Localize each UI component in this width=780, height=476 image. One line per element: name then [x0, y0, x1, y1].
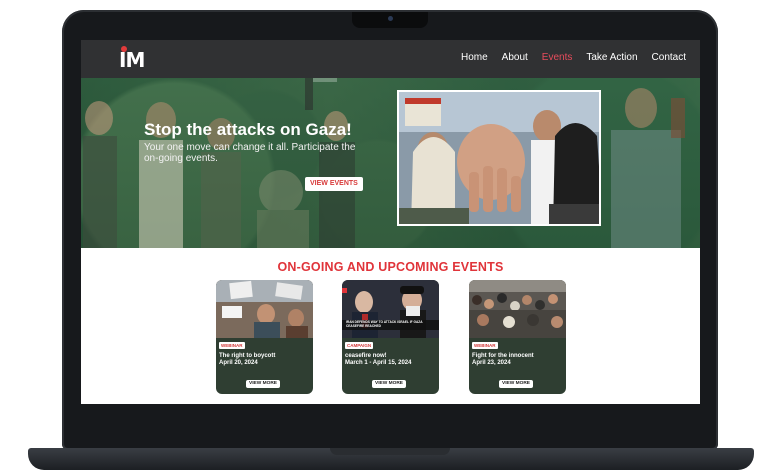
hero-title: Stop the attacks on Gaza!	[144, 120, 352, 139]
event-title: ceasefire now!	[345, 353, 387, 359]
event-card-innocent[interactable]: WEBINAR Fight for the innocent April 23,…	[469, 280, 566, 394]
protest-photo-illustration	[399, 92, 599, 224]
event-card-ceasefire[interactable]: IRAN DEFENDS WAY TO ATTACK ISRAEL IF GAZ…	[342, 280, 439, 394]
camera-icon	[388, 16, 393, 21]
nav-link-take-action[interactable]: Take Action	[586, 52, 637, 63]
nav-link-home[interactable]: Home	[461, 52, 488, 63]
crowd-photo	[469, 280, 566, 338]
view-more-button[interactable]: VIEW MORE	[372, 380, 406, 388]
events-section-heading: ON-GOING AND UPCOMING EVENTS	[277, 260, 504, 274]
view-more-button[interactable]: VIEW MORE	[246, 380, 280, 388]
news-broadcast-photo	[342, 280, 439, 338]
hero-protest-photo	[397, 90, 601, 226]
top-navbar: IM Home About Events Take Action Contact	[81, 40, 700, 78]
news-caption: IRAN DEFENDS WAY TO ATTACK ISRAEL IF GAZ…	[346, 320, 423, 328]
nav-link-events[interactable]: Events	[542, 52, 573, 63]
event-title: The right to boycott	[219, 353, 276, 359]
view-more-button[interactable]: VIEW MORE	[499, 380, 533, 388]
event-card-boycott[interactable]: WEBINAR The right to boycott April 20, 2…	[216, 280, 313, 394]
nav-link-contact[interactable]: Contact	[652, 52, 686, 63]
logo-letter: M	[125, 48, 145, 72]
boycott-protest-photo	[216, 280, 313, 338]
event-image-boycott	[216, 280, 313, 338]
laptop-hinge-groove	[330, 448, 450, 455]
event-image-innocent	[469, 280, 566, 338]
logo-accent-icon	[121, 46, 127, 52]
nav-link-about[interactable]: About	[502, 52, 528, 63]
event-date: April 23, 2024	[472, 360, 511, 366]
event-image-ceasefire: IRAN DEFENDS WAY TO ATTACK ISRAEL IF GAZ…	[342, 280, 439, 338]
event-date: April 20, 2024	[219, 360, 258, 366]
event-date: March 1 - April 15, 2024	[345, 360, 412, 366]
view-events-button[interactable]: VIEW EVENTS	[305, 177, 363, 191]
event-title: Fight for the innocent	[472, 353, 534, 359]
event-badge: WEBINAR	[219, 342, 245, 349]
website-screen: Stop the attacks on Gaza! Your one move …	[81, 40, 700, 404]
event-badge: CAMPAIGN	[345, 342, 374, 349]
event-badge: WEBINAR	[472, 342, 498, 349]
hero-subtitle: Your one move can change it all. Partici…	[144, 142, 356, 164]
hero-section: Stop the attacks on Gaza! Your one move …	[81, 78, 700, 248]
nav-menu: Home About Events Take Action Contact	[461, 52, 686, 63]
